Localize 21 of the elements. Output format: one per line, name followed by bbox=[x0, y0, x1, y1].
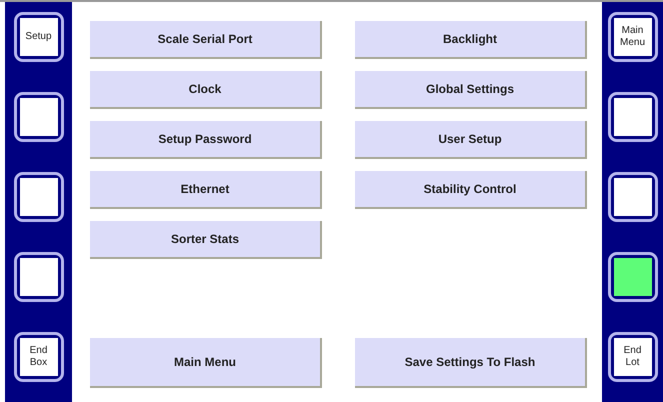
menu-button[interactable]: Sorter Stats bbox=[90, 221, 322, 259]
menu-button[interactable]: Save Settings To Flash bbox=[355, 338, 587, 388]
menu-button[interactable]: User Setup bbox=[355, 121, 587, 159]
soft-key[interactable] bbox=[608, 92, 658, 142]
soft-key[interactable] bbox=[608, 172, 658, 222]
menu-button[interactable]: Main Menu bbox=[90, 338, 322, 388]
menu-button[interactable]: Setup Password bbox=[90, 121, 322, 159]
soft-key[interactable] bbox=[14, 92, 64, 142]
soft-key[interactable]: Main Menu bbox=[608, 12, 658, 62]
menu-button[interactable]: Global Settings bbox=[355, 71, 587, 109]
soft-key[interactable]: End Lot bbox=[608, 332, 658, 382]
menu-button[interactable]: Backlight bbox=[355, 21, 587, 59]
menu-button[interactable]: Clock bbox=[90, 71, 322, 109]
soft-key[interactable]: Setup bbox=[14, 12, 64, 62]
menu-button[interactable]: Scale Serial Port bbox=[90, 21, 322, 59]
soft-key[interactable] bbox=[14, 172, 64, 222]
menu-button[interactable]: Ethernet bbox=[90, 171, 322, 209]
soft-key[interactable] bbox=[14, 252, 64, 302]
menu-button[interactable]: Stability Control bbox=[355, 171, 587, 209]
soft-key[interactable]: End Box bbox=[14, 332, 64, 382]
soft-key[interactable] bbox=[608, 252, 658, 302]
